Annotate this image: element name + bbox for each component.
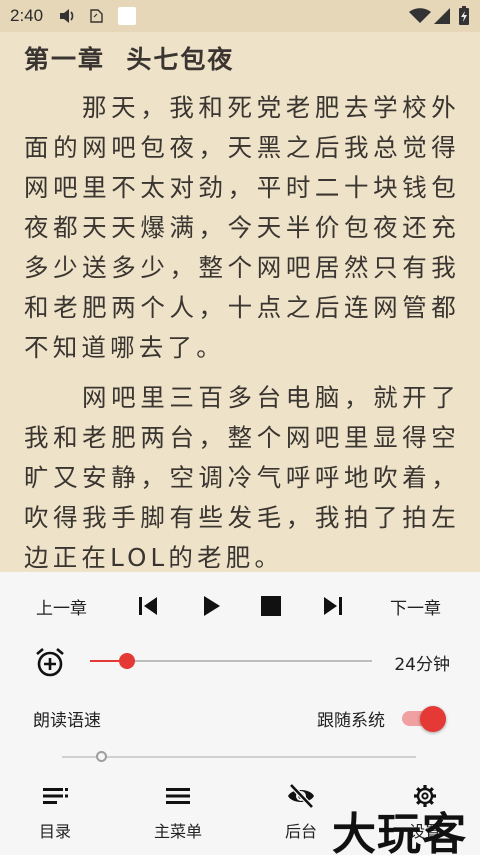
follow-system-label: 跟随系统: [317, 711, 385, 731]
reader-content[interactable]: 第一章 头七包夜 那天，我和死党老肥去学校外面的网吧包夜，天黑之后我总觉得网吧里…: [0, 32, 480, 572]
speech-rate-label: 朗读语速: [33, 711, 101, 731]
wifi-icon: [409, 8, 431, 28]
notification-square-icon: [117, 6, 137, 30]
paragraph: 网吧里三百多台电脑，就开了我和老肥两台，整个网吧里显得空旷又安静，空调冷气呼呼地…: [24, 383, 460, 572]
timer-slider[interactable]: [90, 653, 372, 669]
timer-value: 24分钟: [394, 655, 450, 675]
play-icon[interactable]: [198, 593, 224, 619]
skip-next-icon[interactable]: [320, 593, 346, 619]
status-time: 2:40: [10, 6, 44, 25]
eye-off-icon: [287, 782, 315, 810]
menu-icon: [164, 782, 192, 810]
next-chapter-button[interactable]: 下一章: [390, 594, 441, 619]
toc-list-icon: [41, 782, 69, 810]
nav-background[interactable]: 后台: [261, 780, 341, 850]
nav-toc[interactable]: 目录: [15, 780, 95, 850]
skip-previous-icon[interactable]: [135, 593, 161, 619]
speech-rate-slider[interactable]: [62, 751, 416, 762]
timer-slider-thumb[interactable]: [118, 653, 135, 669]
follow-system-toggle[interactable]: [400, 706, 446, 732]
nav-label: 主菜单: [153, 822, 202, 841]
nav-label: 目录: [38, 822, 71, 841]
status-bar: 2:40: [0, 0, 480, 32]
speed-row: 朗读语速 跟随系统: [0, 700, 480, 740]
volume-icon: [58, 8, 76, 28]
nav-label: 后台: [284, 822, 317, 841]
battery-charging-icon: [458, 6, 470, 30]
speech-rate-thumb[interactable]: [95, 751, 107, 762]
watermark-logo: 大玩客: [332, 809, 467, 855]
sim-icon: [88, 8, 104, 28]
prev-chapter-button[interactable]: 上一章: [36, 594, 87, 619]
playback-row: 上一章 下一章: [0, 572, 480, 638]
chapter-title: 第一章 头七包夜: [24, 45, 235, 74]
stop-icon[interactable]: [258, 593, 284, 619]
nav-main-menu[interactable]: 主菜单: [138, 780, 218, 850]
timer-row: 24分钟: [0, 642, 480, 682]
paragraph: 那天，我和死党老肥去学校外面的网吧包夜，天黑之后我总觉得网吧里不太对劲，平时二十…: [24, 93, 460, 362]
alarm-add-icon: [34, 646, 66, 682]
signal-icon: [434, 8, 452, 28]
